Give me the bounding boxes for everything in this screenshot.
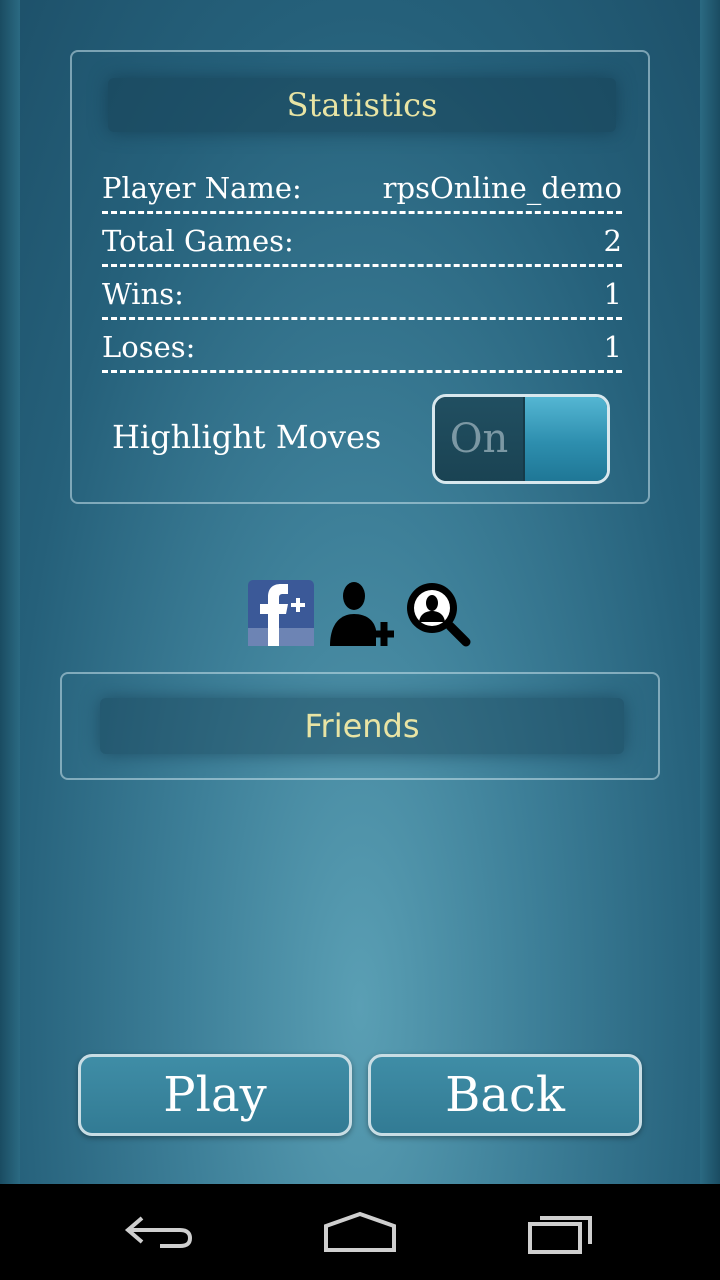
statistics-panel: Statistics Player Name: rpsOnline_demo T…: [70, 50, 650, 504]
facebook-plus-icon[interactable]: [246, 578, 316, 648]
stat-label: Total Games:: [102, 224, 294, 258]
stat-value: rpsOnline_demo: [382, 171, 622, 205]
highlight-moves-toggle[interactable]: On: [432, 394, 610, 484]
stat-row-player-name: Player Name: rpsOnline_demo: [102, 164, 622, 214]
highlight-moves-label: Highlight Moves: [112, 418, 382, 456]
friends-button[interactable]: Friends: [100, 698, 624, 754]
app-screen: Statistics Player Name: rpsOnline_demo T…: [0, 0, 720, 1184]
toggle-thumb[interactable]: [523, 397, 607, 481]
stat-value: 2: [603, 224, 622, 258]
stat-row-wins: Wins: 1: [102, 270, 622, 320]
social-icons-row: [246, 578, 476, 648]
home-icon[interactable]: [320, 1204, 400, 1260]
statistics-title-bar: Statistics: [108, 78, 616, 132]
stat-label: Player Name:: [102, 171, 302, 205]
stat-row-loses: Loses: 1: [102, 323, 622, 373]
stat-label: Wins:: [102, 277, 184, 311]
stat-value: 1: [603, 330, 622, 364]
stat-label: Loses:: [102, 330, 196, 364]
add-friend-icon[interactable]: [324, 578, 394, 648]
friends-panel[interactable]: Friends: [60, 672, 660, 780]
toggle-state-text: On: [435, 397, 523, 481]
back-icon[interactable]: [120, 1204, 200, 1260]
recent-apps-icon[interactable]: [522, 1204, 602, 1260]
friends-label: Friends: [304, 707, 420, 745]
stat-row-total-games: Total Games: 2: [102, 217, 622, 267]
play-button[interactable]: Play: [78, 1054, 352, 1136]
statistics-title: Statistics: [286, 86, 438, 124]
stat-value: 1: [603, 277, 622, 311]
back-button[interactable]: Back: [368, 1054, 642, 1136]
search-friend-icon[interactable]: [402, 578, 472, 648]
system-nav-bar: [0, 1184, 720, 1280]
